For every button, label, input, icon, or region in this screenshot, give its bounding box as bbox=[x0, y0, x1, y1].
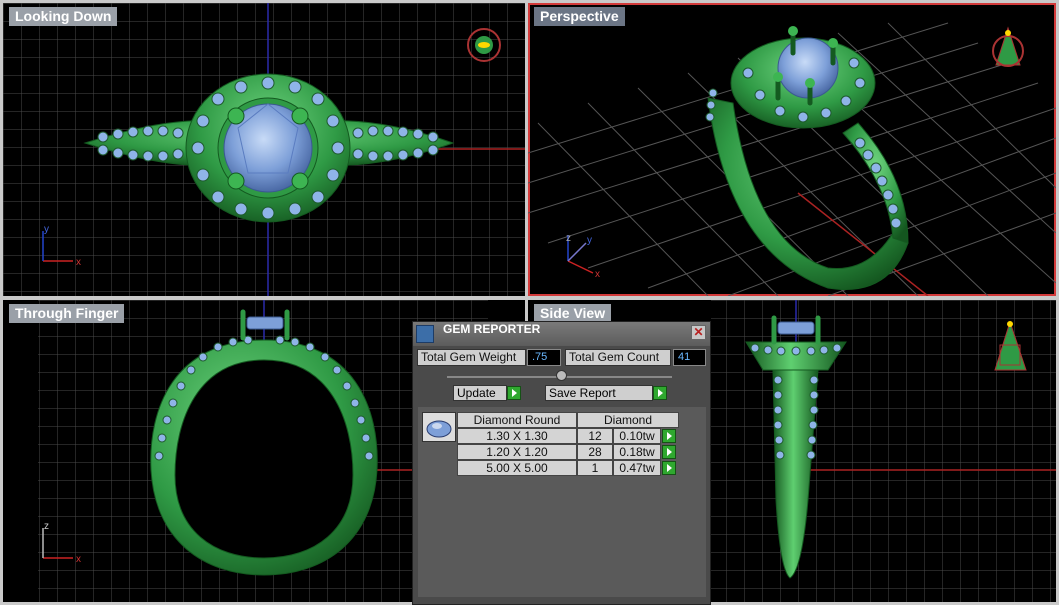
row-select-icon[interactable] bbox=[662, 445, 676, 459]
row-select-icon[interactable] bbox=[662, 461, 676, 475]
viewport-perspective[interactable]: x y z Perspective bbox=[528, 3, 1056, 296]
gem-size-slider-knob[interactable] bbox=[556, 370, 567, 381]
table-cell-size: 1.30 X 1.30 bbox=[457, 428, 577, 444]
gem-thumb-svg bbox=[426, 420, 452, 438]
gem-reporter-title: GEM REPORTER bbox=[443, 322, 541, 336]
save-report-go-icon[interactable] bbox=[653, 386, 667, 400]
axis-x-label: x bbox=[76, 257, 81, 268]
axis-y-label: y bbox=[587, 235, 592, 246]
viewport-title-perspective: Perspective bbox=[534, 7, 625, 26]
update-go-icon[interactable] bbox=[507, 386, 521, 400]
total-gem-count-value: 41 bbox=[673, 349, 706, 366]
axis-x-label: x bbox=[76, 554, 81, 565]
close-button[interactable]: ✕ bbox=[691, 325, 706, 340]
looking-down-canvas: x y bbox=[3, 3, 525, 296]
total-gem-count-label: Total Gem Count bbox=[565, 349, 671, 366]
viewport-looking-down[interactable]: x y Looking Down bbox=[3, 3, 525, 296]
total-gem-weight-value: .75 bbox=[527, 349, 561, 366]
viewport-title-looking-down: Looking Down bbox=[9, 7, 118, 26]
table-header-type: Diamond bbox=[577, 412, 679, 428]
update-button[interactable]: Update bbox=[453, 385, 507, 401]
gem-report-icon bbox=[416, 325, 434, 343]
viewport-title-through-finger: Through Finger bbox=[9, 304, 125, 323]
table-header-shape: Diamond Round bbox=[457, 412, 577, 428]
total-gem-weight-label: Total Gem Weight bbox=[417, 349, 526, 366]
save-report-button[interactable]: Save Report bbox=[545, 385, 653, 401]
table-cell-size: 1.20 X 1.20 bbox=[457, 444, 577, 460]
table-cell-weight: 0.10tw bbox=[613, 428, 661, 444]
table-cell-weight: 0.47tw bbox=[613, 460, 661, 476]
row-select-icon[interactable] bbox=[662, 429, 676, 443]
round-gem-icon[interactable] bbox=[422, 412, 456, 442]
table-cell-count: 12 bbox=[577, 428, 613, 444]
table-cell-count: 28 bbox=[577, 444, 613, 460]
table-cell-count: 1 bbox=[577, 460, 613, 476]
axis-z-label: z bbox=[44, 521, 49, 532]
perspective-canvas: x y z bbox=[528, 22, 1056, 296]
table-cell-weight: 0.18tw bbox=[613, 444, 661, 460]
table-cell-size: 5.00 X 5.00 bbox=[457, 460, 577, 476]
axis-x-label: x bbox=[595, 269, 600, 280]
gem-reporter-titlebar[interactable]: GEM REPORTER ✕ bbox=[413, 322, 710, 346]
axis-y-label: y bbox=[44, 224, 49, 235]
axis-z-label: z bbox=[566, 233, 571, 244]
